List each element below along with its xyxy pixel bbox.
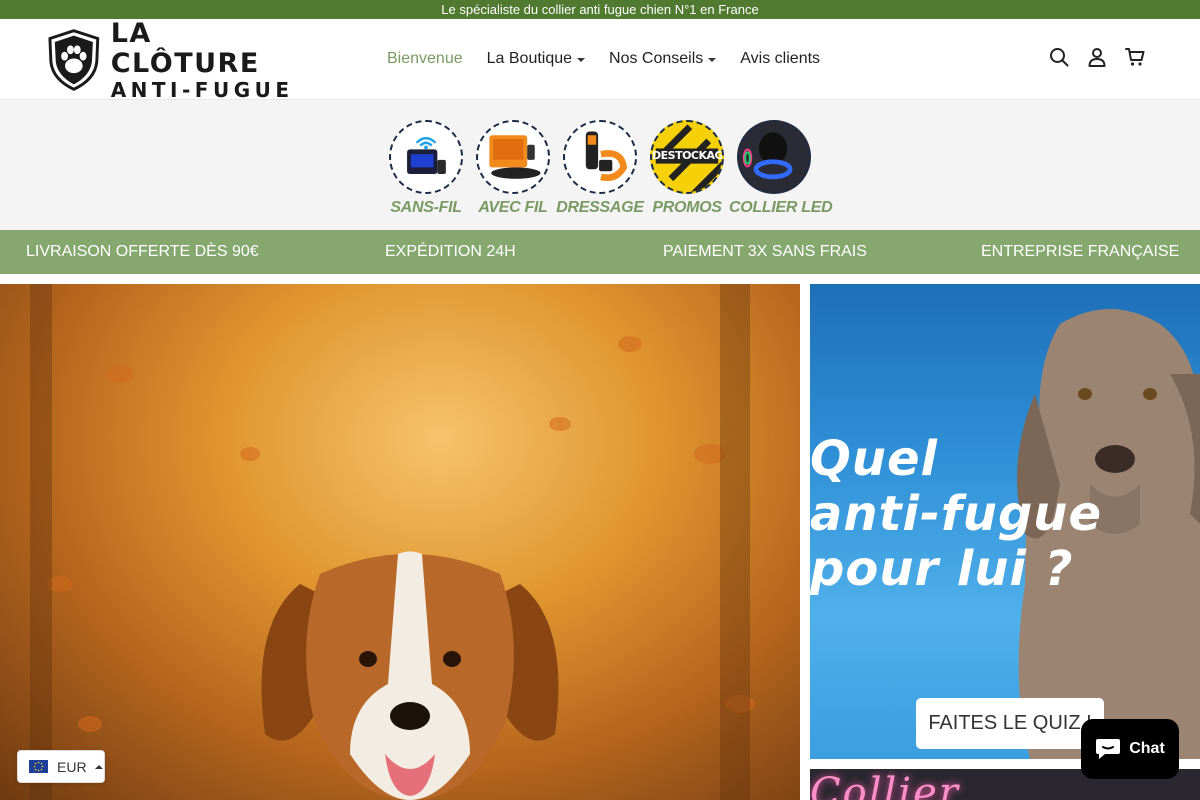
nav-label: Avis clients	[740, 50, 821, 67]
announcement-bar: Le spécialiste du collier anti fugue chi…	[0, 0, 1200, 19]
logo-title: LA CLÔTURE	[110, 18, 260, 79]
category-label: SANS-FIL	[390, 199, 462, 216]
benefit-french-company: ENTREPRISE FRANÇAISE	[981, 243, 1180, 260]
logo-subtitle: ANTI-FUGUE	[110, 78, 294, 102]
search-icon[interactable]	[1049, 47, 1069, 67]
chat-label: Chat	[1129, 740, 1165, 757]
category-strip: SANS-FIL AVEC FIL DRESSAGE DESTOCKAGE PR…	[0, 100, 1200, 230]
benefit-shipping-24h: EXPÉDITION 24H	[385, 243, 516, 260]
quiz-line-1: Quel	[810, 431, 938, 487]
benefit-free-shipping: LIVRAISON OFFERTE DÈS 90€	[26, 243, 259, 260]
chat-button[interactable]: Chat	[1081, 719, 1179, 779]
category-promos[interactable]: DESTOCKAGE PROMOS	[642, 120, 732, 217]
caret-up-icon	[94, 764, 103, 769]
chat-bubble-icon	[1096, 739, 1121, 759]
nav-label: Nos Conseils	[609, 50, 704, 67]
caret-down-icon	[577, 58, 586, 62]
category-label: DRESSAGE	[556, 199, 644, 216]
quiz-line-3: pour lui ?	[810, 541, 1074, 597]
benefit-payment-3x: PAIEMENT 3X SANS FRAIS	[663, 243, 867, 260]
nav-item-boutique[interactable]: La Boutique	[486, 50, 586, 68]
hero-banner[interactable]	[0, 284, 800, 800]
led-collar-dog-icon	[742, 132, 793, 180]
currency-code: EUR	[57, 758, 87, 775]
quiz-banner[interactable]: Quel anti-fugue pour lui ? FAITES LE QUI…	[810, 284, 1200, 759]
led-banner-title: Collier	[810, 770, 960, 800]
wired-fence-icon	[489, 135, 541, 179]
nav-item-avis[interactable]: Avis clients	[740, 50, 820, 68]
nav-label: Bienvenue	[387, 50, 463, 67]
beagle-dog-image	[30, 284, 755, 800]
account-icon[interactable]	[1087, 47, 1107, 67]
header-actions	[1049, 47, 1145, 67]
wireless-fence-icon	[407, 136, 446, 175]
category-label: AVEC FIL	[478, 199, 548, 216]
site-logo[interactable]: LA CLÔTURE ANTI-FUGUE	[47, 19, 307, 101]
cart-icon[interactable]	[1125, 47, 1145, 67]
category-sans-fil[interactable]: SANS-FIL	[381, 120, 471, 217]
site-header: LA CLÔTURE ANTI-FUGUE Bienvenue La Bouti…	[0, 19, 1200, 101]
category-image-dressage	[563, 120, 637, 194]
category-dressage[interactable]: DRESSAGE	[555, 120, 645, 217]
nav-item-bienvenue[interactable]: Bienvenue	[387, 50, 463, 68]
nav-label: La Boutique	[486, 50, 573, 67]
caret-down-icon	[708, 58, 717, 62]
category-collier-led[interactable]: COLLIER LED	[729, 120, 833, 217]
paw-shield-icon	[48, 29, 100, 91]
main-nav: Bienvenue La Boutique Nos Conseils Avis …	[387, 19, 844, 99]
category-image-sans-fil	[389, 120, 463, 194]
category-label: PROMOS	[652, 199, 722, 216]
nav-item-conseils[interactable]: Nos Conseils	[609, 50, 717, 68]
category-image-avec-fil	[476, 120, 550, 194]
promo-badge-text: DESTOCKAGE	[652, 149, 724, 162]
category-image-collier-led	[737, 120, 811, 194]
training-collar-icon	[585, 131, 628, 182]
category-image-promos: DESTOCKAGE	[650, 120, 724, 194]
eu-flag-icon	[29, 760, 48, 773]
quiz-button[interactable]: FAITES LE QUIZ !	[916, 698, 1104, 749]
quiz-headline: Quel anti-fugue pour lui ?	[810, 432, 1102, 597]
currency-selector[interactable]: EUR	[17, 750, 105, 783]
benefits-bar: LIVRAISON OFFERTE DÈS 90€ EXPÉDITION 24H…	[0, 230, 1200, 274]
category-label: COLLIER LED	[729, 199, 833, 216]
category-avec-fil[interactable]: AVEC FIL	[468, 120, 558, 217]
quiz-line-2: anti-fugue	[810, 486, 1103, 542]
